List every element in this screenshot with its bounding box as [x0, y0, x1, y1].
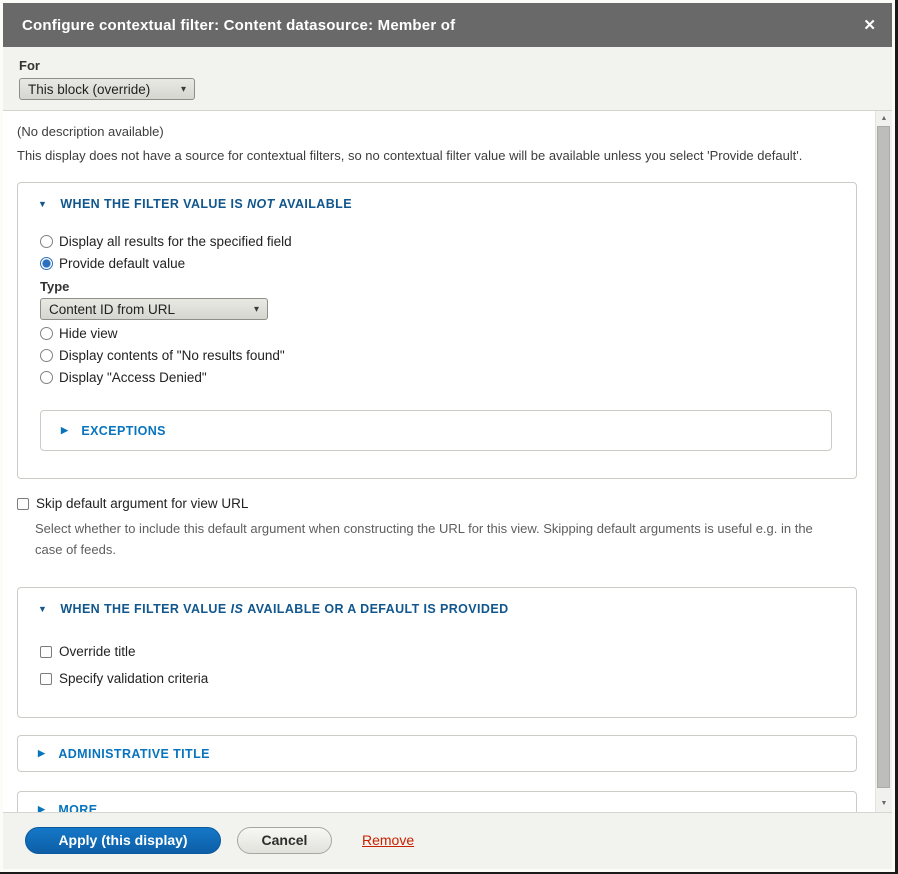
legend-text-post: AVAILABLE OR A DEFAULT IS PROVIDED [247, 602, 508, 616]
radio-access-denied[interactable] [40, 371, 53, 384]
option-provide-default-label: Provide default value [59, 256, 185, 271]
fieldset-not-available: ▼ WHEN THE FILTER VALUE IS NOT AVAILABLE… [17, 182, 857, 479]
scroll-up-icon[interactable]: ▲ [876, 112, 892, 125]
no-description-text: (No description available) [17, 124, 861, 139]
expand-triangle-icon: ▶ [38, 804, 45, 812]
legend-text-em: NOT [247, 197, 275, 211]
fieldset-exceptions[interactable]: ▶ EXCEPTIONS [40, 410, 832, 451]
legend-text-em: IS [231, 602, 244, 616]
option-hide-view[interactable]: Hide view [40, 322, 834, 344]
skip-default-label: Skip default argument for view URL [36, 496, 248, 511]
skip-default-argument-row[interactable]: Skip default argument for view URL [17, 496, 861, 511]
checkbox-skip-default[interactable] [17, 498, 29, 510]
dialog-content: (No description available) This display … [3, 111, 892, 812]
expand-triangle-icon: ▶ [61, 425, 68, 436]
default-action-options: Display all results for the specified fi… [40, 230, 834, 388]
option-provide-default[interactable]: Provide default value [40, 252, 834, 274]
dialog-titlebar[interactable]: Configure contextual filter: Content dat… [3, 3, 892, 47]
for-label: For [19, 58, 876, 73]
exceptions-legend-text: EXCEPTIONS [81, 424, 166, 438]
type-select-value: Content ID from URL [49, 302, 175, 317]
radio-display-all[interactable] [40, 235, 53, 248]
close-icon[interactable]: ✕ [863, 18, 876, 33]
option-display-all-label: Display all results for the specified fi… [59, 234, 292, 249]
fieldset-more[interactable]: ▶ MORE [17, 791, 857, 812]
skip-default-description: Select whether to include this default a… [35, 518, 831, 560]
dialog-footer: Apply (this display) Cancel Remove [3, 812, 892, 869]
collapse-triangle-icon: ▼ [38, 604, 47, 614]
option-override-title[interactable]: Override title [40, 638, 834, 665]
remove-link[interactable]: Remove [362, 832, 414, 848]
configure-contextual-filter-dialog: Configure contextual filter: Content dat… [0, 0, 895, 872]
fieldset-administrative-title[interactable]: ▶ ADMINISTRATIVE TITLE [17, 735, 857, 772]
checkbox-validation[interactable] [40, 673, 52, 685]
vertical-scrollbar[interactable]: ▲ ▼ [875, 111, 892, 812]
dialog-title: Configure contextual filter: Content dat… [22, 17, 455, 34]
type-label: Type [40, 279, 834, 294]
option-validation-label: Specify validation criteria [59, 671, 208, 686]
option-access-denied-label: Display "Access Denied" [59, 370, 207, 385]
option-no-results[interactable]: Display contents of "No results found" [40, 344, 834, 366]
available-options: Override title Specify validation criter… [40, 638, 834, 692]
option-display-all[interactable]: Display all results for the specified fi… [40, 230, 834, 252]
checkbox-override-title[interactable] [40, 646, 52, 658]
apply-button[interactable]: Apply (this display) [25, 827, 221, 854]
collapse-triangle-icon: ▼ [38, 199, 47, 209]
source-note-text: This display does not have a source for … [17, 148, 861, 163]
fieldset-available-legend[interactable]: ▼ WHEN THE FILTER VALUE IS AVAILABLE OR … [38, 602, 834, 616]
scrollbar-thumb[interactable] [877, 126, 890, 788]
fieldset-administrative-title-legend[interactable]: ▶ ADMINISTRATIVE TITLE [38, 747, 210, 761]
for-select[interactable]: This block (override) ▾ [19, 78, 195, 100]
radio-no-results[interactable] [40, 349, 53, 362]
fieldset-exceptions-legend[interactable]: ▶ EXCEPTIONS [61, 424, 166, 438]
scroll-down-icon[interactable]: ▼ [876, 797, 892, 810]
option-hide-view-label: Hide view [59, 326, 118, 341]
legend-text-pre: WHEN THE FILTER VALUE [60, 602, 226, 616]
for-select-value: This block (override) [28, 82, 150, 97]
option-validation[interactable]: Specify validation criteria [40, 665, 834, 692]
option-access-denied[interactable]: Display "Access Denied" [40, 366, 834, 388]
legend-text-post: AVAILABLE [279, 197, 352, 211]
expand-triangle-icon: ▶ [38, 748, 45, 759]
fieldset-not-available-legend[interactable]: ▼ WHEN THE FILTER VALUE IS NOT AVAILABLE [38, 197, 834, 211]
option-override-title-label: Override title [59, 644, 136, 659]
for-section: For This block (override) ▾ [3, 47, 892, 111]
legend-text-pre: WHEN THE FILTER VALUE IS [60, 197, 243, 211]
option-no-results-label: Display contents of "No results found" [59, 348, 285, 363]
cancel-button[interactable]: Cancel [237, 827, 332, 854]
type-select[interactable]: Content ID from URL ▾ [40, 298, 268, 320]
radio-hide-view[interactable] [40, 327, 53, 340]
chevron-down-icon: ▾ [171, 84, 186, 95]
administrative-title-legend-text: ADMINISTRATIVE TITLE [58, 747, 210, 761]
more-legend-text: MORE [58, 803, 97, 813]
chevron-down-icon: ▾ [244, 304, 259, 315]
radio-provide-default[interactable] [40, 257, 53, 270]
fieldset-available: ▼ WHEN THE FILTER VALUE IS AVAILABLE OR … [17, 587, 857, 718]
fieldset-more-legend[interactable]: ▶ MORE [38, 803, 97, 813]
